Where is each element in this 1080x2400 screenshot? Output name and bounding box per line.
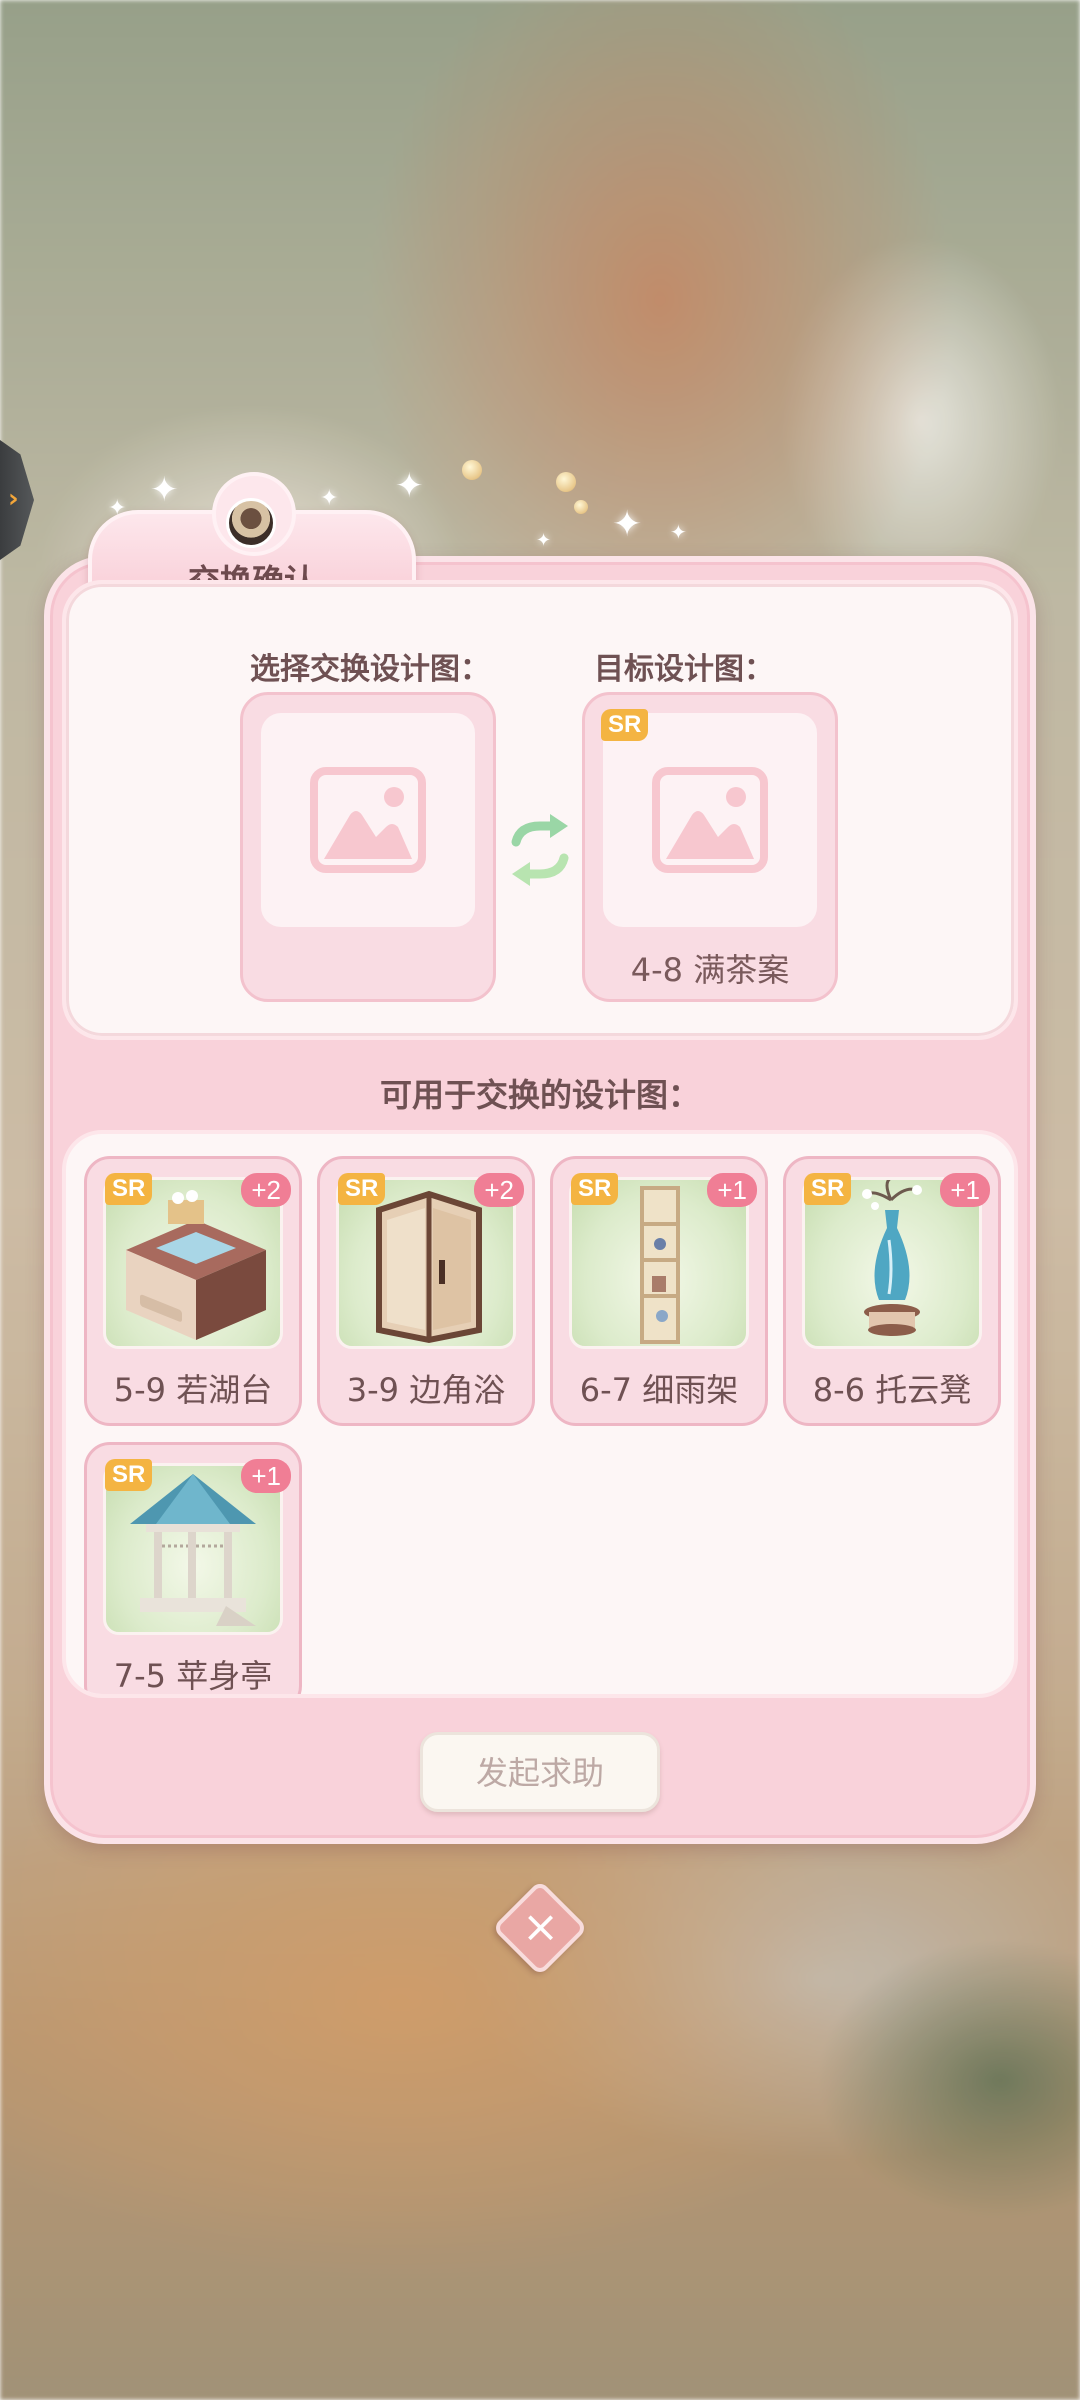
chevron-right-icon: ›	[8, 484, 19, 514]
decor-bead	[556, 472, 576, 492]
decor-bead	[462, 460, 482, 480]
sparkle-icon: ✦	[320, 486, 339, 511]
target-blueprint-slot[interactable]: SR 4-8 满茶案	[582, 692, 838, 1002]
avatar	[226, 498, 276, 548]
count-badge: +1	[940, 1173, 990, 1207]
count-badge: +1	[241, 1459, 291, 1493]
close-icon: ×	[522, 1901, 560, 1953]
select-blueprint-label: 选择交换设计图：	[250, 652, 490, 687]
blueprint-card[interactable]: SR +2 3-9 边角浴	[317, 1156, 535, 1426]
blueprint-card[interactable]: SR +1 7-5 苹身亭	[84, 1442, 302, 1695]
rarity-badge: SR	[601, 709, 649, 741]
image-placeholder-icon	[652, 767, 768, 873]
image-placeholder-icon	[310, 767, 426, 873]
blueprint-name: 3-9 边角浴	[346, 1371, 506, 1409]
blueprint-name: 5-9 若湖台	[113, 1371, 273, 1409]
target-item-name: 4-8 满茶案	[630, 951, 790, 989]
rarity-badge: SR	[571, 1173, 619, 1205]
request-help-button[interactable]: 发起求助	[420, 1732, 660, 1812]
blueprint-name: 6-7 细雨架	[579, 1371, 739, 1409]
count-badge: +2	[241, 1173, 291, 1207]
available-blueprints-label: 可用于交换的设计图：	[379, 1076, 700, 1114]
rarity-badge: SR	[804, 1173, 852, 1205]
count-badge: +2	[474, 1173, 524, 1207]
blueprint-name: 8-6 托云凳	[812, 1371, 972, 1409]
rarity-badge: SR	[105, 1459, 153, 1491]
rarity-badge: SR	[105, 1173, 153, 1205]
blueprint-grid[interactable]: SR +2 5-9 若湖台 SR +2 3-9 边角浴 SR +1 6-7 细雨…	[62, 1130, 1018, 1698]
count-badge: +1	[707, 1173, 757, 1207]
blueprint-name: 7-5 苹身亭	[113, 1657, 273, 1695]
sparkle-icon: ✦	[536, 530, 552, 551]
sparkle-icon: ✦	[395, 466, 424, 506]
exchange-selection-panel	[62, 580, 1018, 1040]
sparkle-icon: ✦	[670, 520, 687, 544]
blueprint-card[interactable]: SR +1 6-7 细雨架	[550, 1156, 768, 1426]
select-blueprint-slot[interactable]	[240, 692, 496, 1002]
sparkle-icon: ✦	[150, 470, 179, 510]
rarity-badge: SR	[338, 1173, 386, 1205]
sparkle-icon: ✦	[612, 504, 643, 545]
blueprint-card[interactable]: SR +1 8-6 托云凳	[783, 1156, 1001, 1426]
decor-bead	[574, 500, 588, 514]
swap-arrows-icon	[511, 814, 569, 886]
blueprint-card[interactable]: SR +2 5-9 若湖台	[84, 1156, 302, 1426]
target-blueprint-label: 目标设计图：	[594, 652, 774, 687]
